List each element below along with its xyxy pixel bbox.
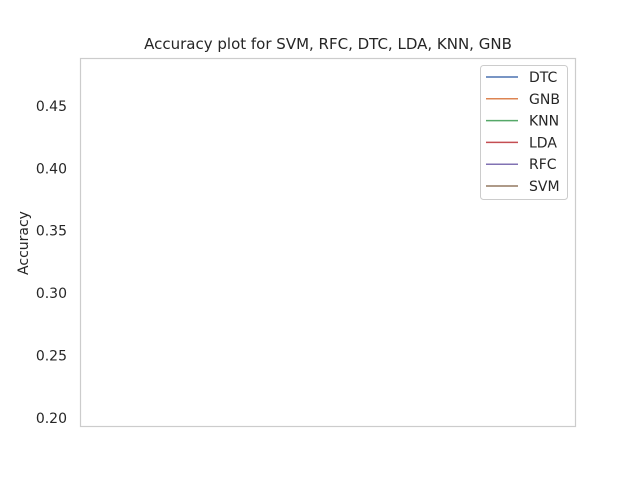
legend-label-knn: KNN	[529, 114, 559, 130]
legend-label-lda: LDA	[529, 135, 557, 151]
y-axis-label: Accuracy	[16, 211, 32, 275]
legend-label-dtc: DTC	[529, 70, 558, 86]
legend-label-gnb: GNB	[529, 92, 560, 108]
y-tick-label: 0.40	[36, 161, 67, 177]
legend: DTC GNB KNN LDA RFC SVM	[480, 65, 568, 200]
y-tick-label: 0.20	[36, 411, 67, 427]
y-axis-ticks: 0.20 0.25 0.30 0.35 0.40 0.45	[36, 99, 67, 427]
legend-label-rfc: RFC	[529, 157, 557, 173]
y-tick-label: 0.45	[36, 99, 67, 115]
y-tick-label: 0.25	[36, 348, 67, 364]
chart-title: Accuracy plot for SVM, RFC, DTC, LDA, KN…	[144, 35, 512, 53]
accuracy-chart: Accuracy plot for SVM, RFC, DTC, LDA, KN…	[16, 35, 577, 428]
y-tick-label: 0.30	[36, 286, 67, 302]
y-tick-label: 0.35	[36, 224, 67, 240]
legend-label-svm: SVM	[529, 179, 560, 195]
